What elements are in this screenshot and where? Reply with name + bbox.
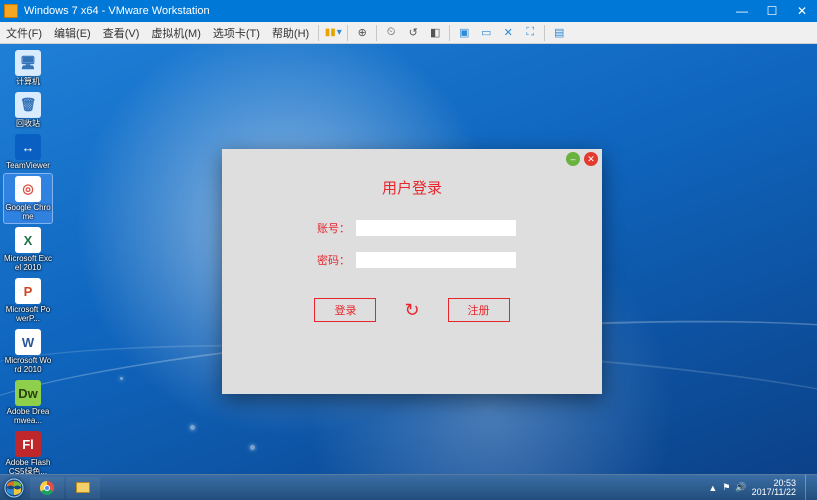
desktop-icon-glyph: 🖥 [15, 50, 41, 76]
menu-view[interactable]: 查看(V) [97, 22, 146, 43]
register-button[interactable]: 注册 [448, 298, 510, 322]
desktop-icon-label: Google Chrome [4, 203, 52, 221]
desktop-icon-glyph: ↔ [15, 134, 41, 160]
taskbar-chrome-button[interactable] [30, 477, 64, 499]
tray-clock[interactable]: 20:53 2017/11/22 [752, 479, 796, 497]
desktop-icon-label: Microsoft PowerP... [4, 305, 52, 323]
vm-pause-icon[interactable]: ▮▮▾ [325, 25, 341, 41]
desktop-icon-label: 计算机 [16, 77, 40, 86]
desktop-icon-glyph: Dw [15, 380, 41, 406]
desktop-icon[interactable]: XMicrosoft Excel 2010 [4, 225, 52, 274]
toolbar-separator [347, 25, 348, 41]
vm-unity-icon[interactable]: ▭ [478, 25, 494, 41]
tray-action-center-icon[interactable]: ⚑ [722, 482, 730, 493]
desktop-icon-glyph: Fl [15, 431, 41, 457]
tray-show-hidden-icon[interactable]: ▲ [708, 483, 717, 493]
desktop-icon-label: Microsoft Word 2010 [4, 356, 52, 374]
vmware-titlebar: Windows 7 x64 - VMware Workstation — ☐ ✕ [0, 0, 817, 22]
desktop-icon-glyph: W [15, 329, 41, 355]
show-desktop-button[interactable] [805, 475, 813, 500]
menu-tabs[interactable]: 选项卡(T) [207, 22, 266, 43]
refresh-icon[interactable]: ↻ [404, 300, 419, 321]
menu-vm[interactable]: 虚拟机(M) [145, 22, 207, 43]
desktop-icon[interactable]: ↔TeamViewer [4, 132, 52, 172]
vm-snapshot-manage-icon[interactable]: ◧ [427, 25, 443, 41]
desktop-icon[interactable]: PMicrosoft PowerP... [4, 276, 52, 325]
vmware-app-icon [4, 4, 18, 18]
desktop-icon[interactable]: WMicrosoft Word 2010 [4, 327, 52, 376]
tray-date: 2017/11/22 [752, 488, 796, 497]
desktop-icon-label: TeamViewer [6, 161, 50, 170]
desktop-icon[interactable]: ◎Google Chrome [4, 174, 52, 223]
toolbar-separator [544, 25, 545, 41]
vm-send-cad-icon[interactable]: ⊕ [354, 25, 370, 41]
vm-stretch-icon[interactable]: ⛶ [522, 25, 538, 41]
desktop-icon-glyph: ◎ [15, 176, 41, 202]
vm-snapshot-icon[interactable]: ⏲ [383, 25, 399, 41]
login-dialog: – ✕ 用户登录 账号： 密码： 登录 ↻ 注册 [222, 149, 602, 394]
menu-file[interactable]: 文件(F) [0, 22, 48, 43]
vmware-window-title: Windows 7 x64 - VMware Workstation [22, 5, 727, 17]
start-button[interactable] [0, 475, 28, 500]
password-label: 密码： [308, 252, 350, 268]
desktop-icon-label: 回收站 [16, 119, 40, 128]
window-minimize-button[interactable]: — [727, 0, 757, 22]
window-maximize-button[interactable]: ☐ [757, 0, 787, 22]
desktop-icon-glyph: 🗑 [15, 92, 41, 118]
desktop-icon-glyph: X [15, 227, 41, 253]
window-close-button[interactable]: ✕ [787, 0, 817, 22]
vm-fullscreen-icon[interactable]: ▣ [456, 25, 472, 41]
dialog-close-button[interactable]: ✕ [584, 152, 598, 166]
desktop-icon-label: Adobe Dreamwea... [4, 407, 52, 425]
guest-taskbar: ▲ ⚑ 🔊 20:53 2017/11/22 [0, 474, 817, 500]
tray-volume-icon[interactable]: 🔊 [735, 482, 746, 493]
account-label: 账号： [308, 220, 350, 236]
login-title: 用户登录 [222, 177, 602, 198]
toolbar-separator [376, 25, 377, 41]
desktop-icon-glyph: P [15, 278, 41, 304]
desktop-icon-label: Microsoft Excel 2010 [4, 254, 52, 272]
menu-help[interactable]: 帮助(H) [266, 22, 315, 43]
taskbar-explorer-button[interactable] [66, 477, 100, 499]
login-button[interactable]: 登录 [314, 298, 376, 322]
wallpaper-dot [250, 445, 255, 450]
vm-library-icon[interactable]: ▤ [551, 25, 567, 41]
dialog-minimize-button[interactable]: – [566, 152, 580, 166]
account-input[interactable] [356, 220, 516, 236]
desktop-icon[interactable]: 🗑回收站 [4, 90, 52, 130]
vm-console-icon[interactable]: ✕ [500, 25, 516, 41]
wallpaper-dot [190, 425, 195, 430]
vm-snapshot-revert-icon[interactable]: ↺ [405, 25, 421, 41]
toolbar-separator [318, 25, 319, 41]
vmware-menubar: 文件(F) 编辑(E) 查看(V) 虚拟机(M) 选项卡(T) 帮助(H) ▮▮… [0, 22, 817, 44]
toolbar-separator [449, 25, 450, 41]
desktop-icon[interactable]: DwAdobe Dreamwea... [4, 378, 52, 427]
password-input[interactable] [356, 252, 516, 268]
wallpaper-dot [120, 377, 123, 380]
desktop-icon[interactable]: FlAdobe Flash CS5绿色... [4, 429, 52, 478]
desktop-icons-area: 🖥计算机🗑回收站↔TeamViewer◎Google ChromeXMicros… [4, 48, 52, 478]
desktop-icon[interactable]: 🖥计算机 [4, 48, 52, 88]
menu-edit[interactable]: 编辑(E) [48, 22, 97, 43]
